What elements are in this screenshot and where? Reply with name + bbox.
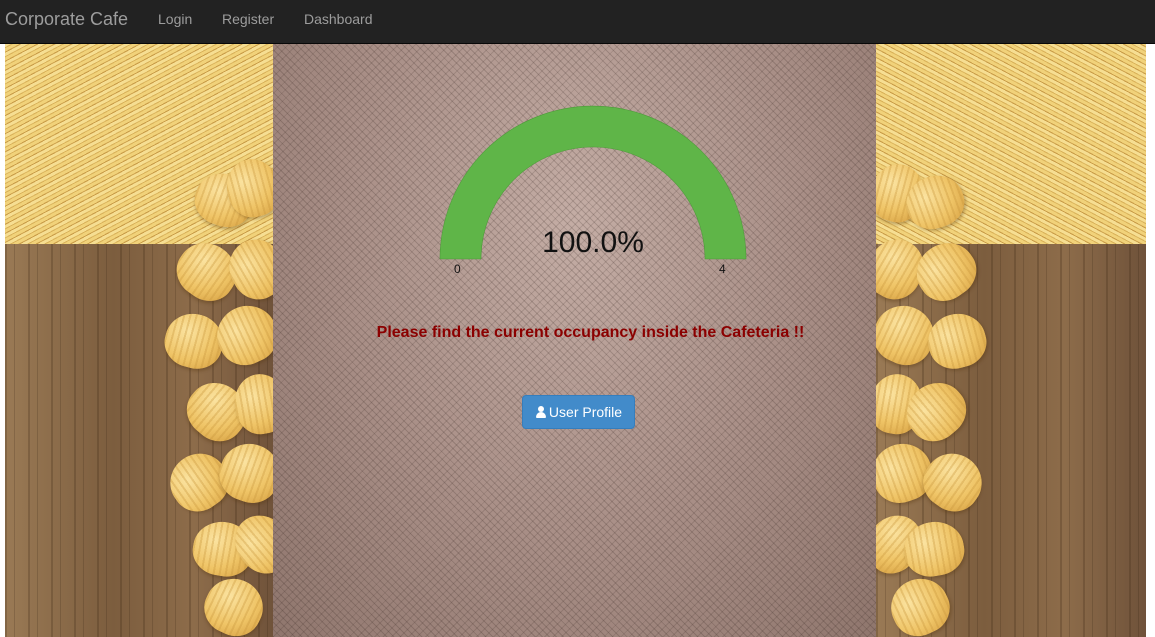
nav-login-link[interactable]: Login: [158, 10, 192, 28]
occupancy-gauge: 100.0% 0 4: [433, 99, 753, 279]
pasta-shell: [881, 569, 959, 637]
user-icon: [535, 406, 546, 418]
top-navbar: Corporate Cafe Login Register Dashboard: [0, 0, 1155, 44]
gauge-value-text: 100.0%: [542, 226, 644, 259]
right-background-image: [876, 44, 1146, 637]
main-content-panel: 100.0% 0 4 Please find the current occup…: [273, 44, 876, 637]
pasta-shell: [207, 296, 275, 374]
pasta-shell: [195, 569, 273, 637]
nav-register-link[interactable]: Register: [222, 10, 274, 28]
user-profile-label: User Profile: [548, 404, 623, 420]
gauge-min-label: 0: [454, 262, 461, 276]
gauge-max-label: 4: [719, 262, 726, 276]
brand-link[interactable]: Corporate Cafe: [5, 9, 128, 29]
occupancy-message: Please find the current occupancy inside…: [376, 324, 805, 341]
nav-dashboard-link[interactable]: Dashboard: [304, 10, 373, 28]
user-profile-button[interactable]: User Profile: [522, 395, 635, 429]
pasta-shell: [922, 307, 992, 375]
left-background-image: [5, 44, 275, 637]
